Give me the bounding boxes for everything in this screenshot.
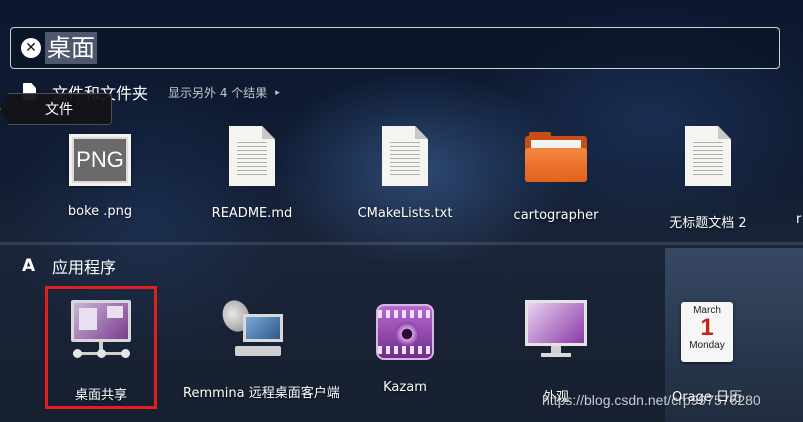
more-results-link[interactable]: 显示另外 4 个结果 ▸ [168, 84, 280, 101]
close-circle-icon[interactable]: ✕ [21, 38, 41, 58]
file-item-label: CMakeLists.txt [357, 206, 453, 221]
watermark: https://blog.csdn.net/crp997576280 [542, 392, 761, 408]
file-item-cmakelists[interactable]: CMakeLists.txt [335, 126, 475, 221]
applications-icon: A [22, 256, 36, 276]
apps-section-header: A 应用程序 [22, 254, 116, 278]
file-item-label: cartographer [513, 208, 599, 223]
app-item-label: Kazam [383, 380, 427, 395]
file-item-partial[interactable]: r [796, 212, 801, 227]
file-item-label: boke .png [67, 204, 133, 219]
app-item-appearance[interactable]: 外观 [486, 300, 626, 405]
text-file-icon [229, 126, 275, 186]
calendar-icon: March 1 Monday [681, 302, 733, 362]
search-bar[interactable]: ✕ 桌面 [10, 27, 780, 69]
app-item-label: Remmina 远程桌面客户端 [183, 386, 340, 401]
appearance-icon [525, 300, 587, 358]
file-item-untitled-2[interactable]: 无标题文档 2 [638, 126, 778, 231]
app-item-remmina[interactable]: Remmina 远程桌面客户端 [183, 296, 340, 401]
tooltip-label: 文件 [45, 102, 73, 118]
highlight-box [45, 286, 157, 409]
search-query[interactable]: 桌面 [45, 32, 97, 64]
more-results-label[interactable]: 显示另外 4 个结果 [168, 84, 267, 101]
text-file-icon [382, 126, 428, 186]
apps-section-title: 应用程序 [52, 258, 117, 277]
folder-icon [525, 130, 587, 182]
chevron-right-icon[interactable]: ▸ [275, 88, 280, 98]
calendar-weekday: Monday [689, 340, 725, 351]
filter-tooltip: 文件 [0, 93, 112, 125]
file-item-label: 无标题文档 2 [669, 216, 747, 231]
file-item-boke-png[interactable]: PNG boke .png [30, 134, 170, 219]
file-item-readme[interactable]: README.md [182, 126, 322, 221]
file-item-label: README.md [211, 206, 293, 221]
text-file-icon [685, 126, 731, 186]
calendar-day: 1 [700, 314, 714, 341]
search-input[interactable] [97, 28, 779, 68]
png-icon-text: PNG [74, 139, 126, 181]
app-item-orage-calendar[interactable]: March 1 Monday Orage 日历 [637, 302, 777, 405]
section-divider [0, 242, 803, 245]
png-image-icon: PNG [69, 134, 131, 186]
kazam-icon [376, 304, 434, 360]
remmina-icon [218, 296, 285, 362]
file-item-cartographer[interactable]: cartographer [486, 130, 626, 223]
app-item-kazam[interactable]: Kazam [335, 304, 475, 395]
